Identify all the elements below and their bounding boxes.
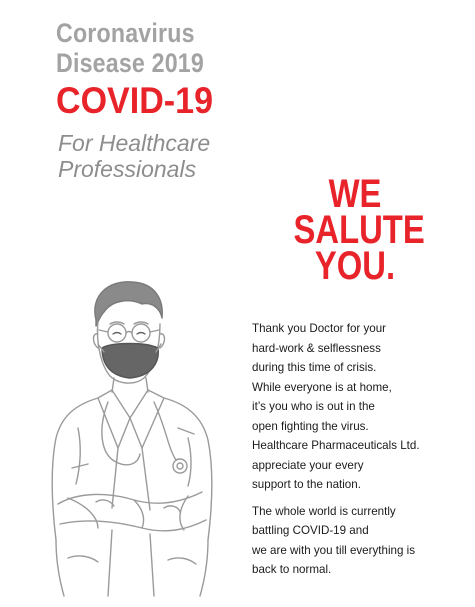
salute-line-2: SALUTE: [293, 208, 425, 252]
subtitle: For Healthcare Professionals: [58, 130, 210, 182]
title-disease-2019: Disease 2019: [56, 48, 204, 78]
message-paragraph-2: The whole world is currently battling CO…: [252, 504, 416, 577]
title-coronavirus: Coronavirus: [56, 18, 195, 48]
salute-line-3: YOU.: [314, 244, 396, 288]
thank-you-message: Thank you Doctor for your hard-work & se…: [252, 319, 462, 580]
title-covid-19: COVID-19: [56, 80, 214, 121]
subtitle-line-2: Professionals: [58, 156, 197, 182]
title-block: Coronavirus Disease 2019 COVID-19: [56, 18, 246, 123]
subtitle-line-1: For Healthcare: [58, 130, 211, 156]
doctor-with-mask-icon: [51, 281, 213, 597]
salute-heading: WE SALUTE YOU.: [293, 172, 425, 288]
poster: Coronavirus Disease 2019 COVID-19 For He…: [0, 0, 475, 607]
salute-line-1: WE: [328, 172, 382, 216]
message-paragraph-1: Thank you Doctor for your hard-work & se…: [252, 322, 420, 491]
